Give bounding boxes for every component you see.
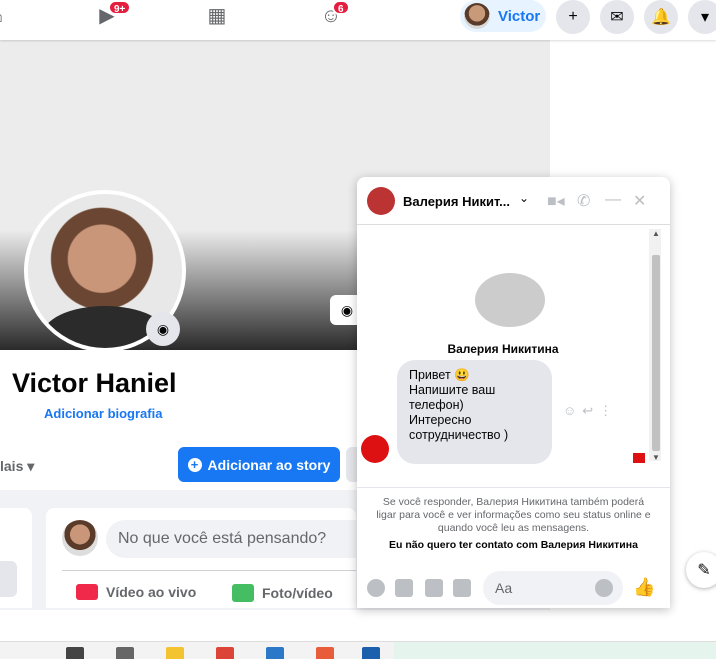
avatar	[361, 435, 389, 463]
minimize-icon[interactable]: —	[605, 191, 621, 209]
avatar	[475, 273, 545, 327]
search-icon[interactable]	[66, 647, 84, 659]
avatar	[367, 187, 395, 215]
plus-circle-icon[interactable]	[367, 579, 385, 597]
image-icon[interactable]	[395, 579, 413, 597]
add-story-label: Adicionar ao story	[207, 456, 331, 473]
scrollbar-thumb[interactable]	[652, 255, 660, 451]
chat-title: Валерия Никит...	[403, 194, 511, 209]
photo-video-label: Foto/vídeo	[262, 585, 333, 601]
plus-icon: +	[187, 457, 202, 472]
create-button[interactable]: +	[556, 0, 590, 34]
profile-camera-icon[interactable]: ◉	[146, 312, 180, 346]
post-input[interactable]: No que você está pensando?	[106, 520, 356, 558]
notice-text: Se você responder, Валерия Никитина tamb…	[376, 496, 651, 534]
phone-icon[interactable]: ✆	[577, 191, 590, 211]
avatar	[464, 3, 490, 29]
app-icon[interactable]	[316, 647, 334, 659]
message-line: телефон)	[409, 398, 464, 412]
message-line: Привет 😃	[409, 368, 470, 382]
message-actions[interactable]: ☺↩⋮	[563, 403, 618, 419]
account-menu-button[interactable]: ▾	[688, 0, 716, 34]
read-receipt	[633, 453, 645, 463]
messenger-button[interactable]: ✉	[600, 0, 634, 34]
avatar	[62, 520, 98, 556]
message-line: Напишите ваш	[409, 383, 496, 397]
app-icon[interactable]	[362, 647, 380, 659]
marketplace-icon[interactable]: ▦	[202, 4, 232, 28]
watch-badge: 9+	[108, 0, 132, 15]
intro-card-button[interactable]	[0, 561, 17, 597]
chat-notice: Se você responder, Валерия Никитина tamb…	[357, 487, 670, 561]
chat-composer: Aa 👍	[357, 565, 670, 608]
top-navigation: ⌂ ▶ 9+ ▦ ☺ 6 Victor + ✉ 🔔 ▾	[0, 0, 716, 40]
photo-icon	[232, 584, 254, 602]
profile-shortcut[interactable]: Victor	[460, 0, 546, 32]
home-icon[interactable]: ⌂	[0, 4, 12, 28]
file-explorer-icon[interactable]	[166, 647, 184, 659]
emoji-icon[interactable]	[595, 579, 613, 597]
notifications-button[interactable]: 🔔	[644, 0, 678, 34]
video-call-icon[interactable]: ■◂	[547, 191, 565, 211]
photo-video-button[interactable]: Foto/vídeo	[232, 584, 333, 602]
chat-header[interactable]: Валерия Никит... ⌄ ■◂ ✆ — ✕	[357, 177, 670, 225]
gif-icon[interactable]	[453, 579, 471, 597]
new-message-button[interactable]: ✎	[686, 552, 716, 588]
scroll-down-arrow[interactable]: ▼	[652, 453, 660, 462]
profile-shortcut-name: Victor	[498, 7, 541, 25]
scroll-up-arrow[interactable]: ▲	[652, 229, 660, 238]
chrome-icon[interactable]	[216, 647, 234, 659]
chat-window: Валерия Никит... ⌄ ■◂ ✆ — ✕ Валерия Ники…	[357, 177, 670, 608]
profile-name: Victor Haniel	[12, 368, 177, 398]
groups-badge: 6	[332, 0, 350, 15]
live-video-button[interactable]: Vídeo ao vivo	[76, 584, 196, 600]
page-bottom	[0, 610, 716, 641]
app-icon[interactable]	[266, 647, 284, 659]
task-view-icon[interactable]	[116, 647, 134, 659]
groups-icon[interactable]: ☺ 6	[316, 0, 350, 28]
add-bio-link[interactable]: Adicionar biografia	[44, 406, 162, 421]
more-tab[interactable]: lais ▾	[0, 458, 34, 475]
taskbar-highlight	[394, 642, 716, 659]
live-video-label: Vídeo ao vivo	[106, 584, 197, 600]
contact-name: Валерия Никитина	[447, 342, 559, 356]
chevron-down-icon[interactable]: ⌄	[519, 191, 529, 205]
divider	[62, 570, 356, 571]
sticker-icon[interactable]	[425, 579, 443, 597]
add-story-button[interactable]: + Adicionar ao story	[178, 447, 340, 482]
watch-icon[interactable]: ▶ 9+	[92, 0, 132, 28]
thumbs-up-icon[interactable]: 👍	[633, 577, 655, 598]
message-line: Интересно	[409, 413, 472, 427]
close-icon[interactable]: ✕	[633, 191, 646, 211]
video-camera-icon	[76, 584, 98, 600]
message-line: сотрудничество )	[409, 428, 509, 442]
message-bubble[interactable]: Привет 😃 Напишите ваш телефон) Интересно…	[397, 360, 552, 464]
block-contact-link[interactable]: Eu não quero ter contato com Валерия Ник…	[373, 539, 654, 552]
